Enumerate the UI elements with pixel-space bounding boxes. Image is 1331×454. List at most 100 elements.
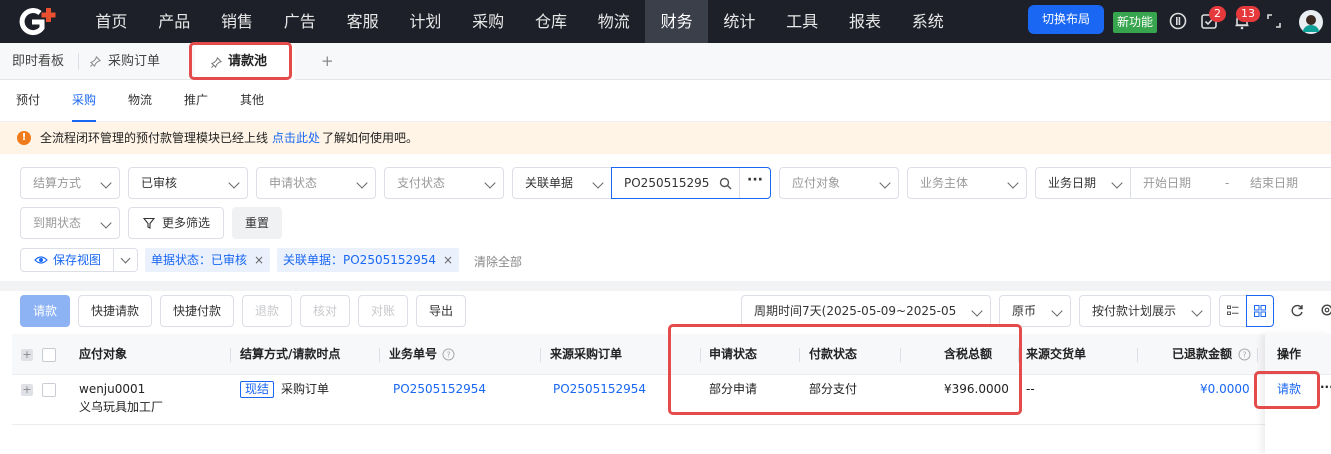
nav-tools[interactable]: 工具 <box>771 0 834 43</box>
apply-status-select[interactable]: 申请状态 <box>256 167 376 199</box>
tab-purchase-order[interactable]: 采购订单 <box>108 43 160 80</box>
nav-finance[interactable]: 财务 <box>645 0 708 43</box>
biz-no-link[interactable]: PO2505152954 <box>393 381 486 398</box>
chevron-down-icon <box>100 217 112 229</box>
nav-warehouse[interactable]: 仓库 <box>520 0 583 43</box>
source-delivery-value: -- <box>1026 382 1035 396</box>
help-icon[interactable]: ? <box>442 348 455 361</box>
request-payment-button[interactable]: 请款 <box>20 295 70 327</box>
subtab-logistics[interactable]: 物流 <box>128 80 152 122</box>
info-circle-icon[interactable] <box>1168 11 1188 31</box>
user-avatar[interactable] <box>1299 10 1323 34</box>
help-icon[interactable]: ? <box>1238 348 1251 361</box>
period-select[interactable]: 周期时间7天(2025-05-09~2025-05 <box>741 295 991 327</box>
nav-plan[interactable]: 计划 <box>394 0 457 43</box>
column-divider <box>230 348 231 362</box>
payee-id: wenju0001 <box>79 382 146 396</box>
grid-view-button[interactable] <box>1246 295 1274 327</box>
refund-button[interactable]: 退款 <box>242 295 292 327</box>
start-date-placeholder[interactable]: 开始日期 <box>1143 176 1191 190</box>
payee-select[interactable]: 应付对象 <box>779 167 899 199</box>
chevron-down-icon <box>228 177 240 189</box>
related-doc-select[interactable]: 关联单据 <box>512 167 612 199</box>
more-filters-button[interactable]: 更多筛选 <box>128 207 224 239</box>
search-icon[interactable] <box>719 177 732 190</box>
chevron-down-icon <box>1051 305 1063 317</box>
column-divider <box>1257 348 1258 362</box>
fullscreen-icon[interactable] <box>1264 11 1284 31</box>
top-navigation-bar: 首页 产品 销售 广告 客服 计划 采购 仓库 物流 财务 统计 工具 报表 系… <box>0 0 1331 43</box>
currency-select[interactable]: 原币 <box>999 295 1071 327</box>
settings-icon[interactable] <box>1320 303 1331 317</box>
business-date-type-select[interactable]: 业务日期 <box>1035 167 1131 199</box>
column-divider <box>379 348 380 362</box>
col-payee[interactable]: 应付对象 <box>79 334 127 375</box>
settlement-method-select[interactable]: 结算方式 <box>20 167 120 199</box>
row-checkbox[interactable] <box>42 383 56 397</box>
col-refunded[interactable]: 已退款金额 <box>1172 334 1232 375</box>
export-button[interactable]: 导出 <box>416 295 466 327</box>
reconcile-button[interactable]: 对账 <box>358 295 408 327</box>
notice-link[interactable]: 点击此处 <box>272 122 320 154</box>
more-options-icon[interactable]: ··· <box>747 168 763 195</box>
nav-sales[interactable]: 销售 <box>206 0 269 43</box>
app-logo[interactable] <box>18 8 64 36</box>
col-settlement[interactable]: 结算方式/请款时点 <box>240 334 340 375</box>
more-actions-icon[interactable]: ··· <box>1320 379 1331 396</box>
display-mode-select[interactable]: 按付款计划展示 <box>1079 295 1211 327</box>
task-badge: 2 <box>1209 6 1226 22</box>
list-view-button[interactable] <box>1219 295 1247 327</box>
refresh-icon[interactable] <box>1290 304 1304 318</box>
tab-dashboard[interactable]: 即时看板 <box>12 43 64 80</box>
refunded-value[interactable]: ¥0.0000 <box>1200 381 1250 398</box>
chevron-down-icon <box>356 177 368 189</box>
close-icon[interactable]: × <box>443 253 453 267</box>
quick-pay-button[interactable]: 快捷付款 <box>160 295 234 327</box>
new-feature-button[interactable]: 新功能 <box>1113 12 1157 33</box>
nav-home[interactable]: 首页 <box>80 0 143 43</box>
nav-ads[interactable]: 广告 <box>268 0 331 43</box>
quick-request-button[interactable]: 快捷请款 <box>78 295 152 327</box>
related-doc-search-input[interactable]: PO2505152954 ··· <box>611 167 771 199</box>
subtab-promotion[interactable]: 推广 <box>184 80 208 122</box>
audit-status-select[interactable]: 已审核 <box>128 167 248 199</box>
source-po-link[interactable]: PO2505152954 <box>553 381 646 398</box>
notice-suffix: 了解如何使用吧。 <box>322 131 419 145</box>
nav-logistics[interactable]: 物流 <box>582 0 645 43</box>
business-entity-select[interactable]: 业务主体 <box>907 167 1027 199</box>
nav-purchase[interactable]: 采购 <box>457 0 520 43</box>
col-source-po[interactable]: 来源采购订单 <box>550 334 622 375</box>
subtab-other[interactable]: 其他 <box>240 80 264 122</box>
end-date-placeholder[interactable]: 结束日期 <box>1250 168 1298 198</box>
nav-reports[interactable]: 报表 <box>834 0 897 43</box>
due-status-select[interactable]: 到期状态 <box>20 207 120 239</box>
nav-product[interactable]: 产品 <box>143 0 206 43</box>
col-source-delivery[interactable]: 来源交货单 <box>1026 334 1086 375</box>
switch-layout-button[interactable]: 切换布局 <box>1028 5 1104 34</box>
date-range-picker[interactable]: 开始日期 - 结束日期 <box>1130 167 1331 199</box>
chevron-down-icon <box>592 177 604 189</box>
nav-system[interactable]: 系统 <box>896 0 959 43</box>
eye-icon <box>34 256 48 264</box>
save-view-button[interactable]: 保存视图 <box>20 248 114 272</box>
clear-all-link[interactable]: 清除全部 <box>474 253 522 270</box>
expand-row-icon[interactable]: + <box>21 384 33 396</box>
subtab-prepaid[interactable]: 预付 <box>16 80 40 122</box>
subtab-purchase[interactable]: 采购 <box>72 80 97 122</box>
column-divider <box>540 348 541 362</box>
nav-service[interactable]: 客服 <box>331 0 394 43</box>
pin-icon[interactable] <box>90 56 101 67</box>
col-biz-no[interactable]: 业务单号 <box>389 334 437 375</box>
add-tab-button[interactable]: + <box>321 43 334 80</box>
close-icon[interactable]: × <box>254 253 264 267</box>
verify-button[interactable]: 核对 <box>300 295 350 327</box>
pay-status-select[interactable]: 支付状态 <box>384 167 504 199</box>
tab-divider <box>78 53 79 70</box>
highlight-status-amount <box>668 324 1022 415</box>
settlement-point: 采购订单 <box>281 382 330 396</box>
select-all-checkbox[interactable] <box>42 348 56 362</box>
nav-statistics[interactable]: 统计 <box>708 0 771 43</box>
expand-all-icon[interactable]: + <box>21 349 33 361</box>
reset-button[interactable]: 重置 <box>232 207 282 239</box>
save-view-dropdown[interactable] <box>113 248 138 272</box>
